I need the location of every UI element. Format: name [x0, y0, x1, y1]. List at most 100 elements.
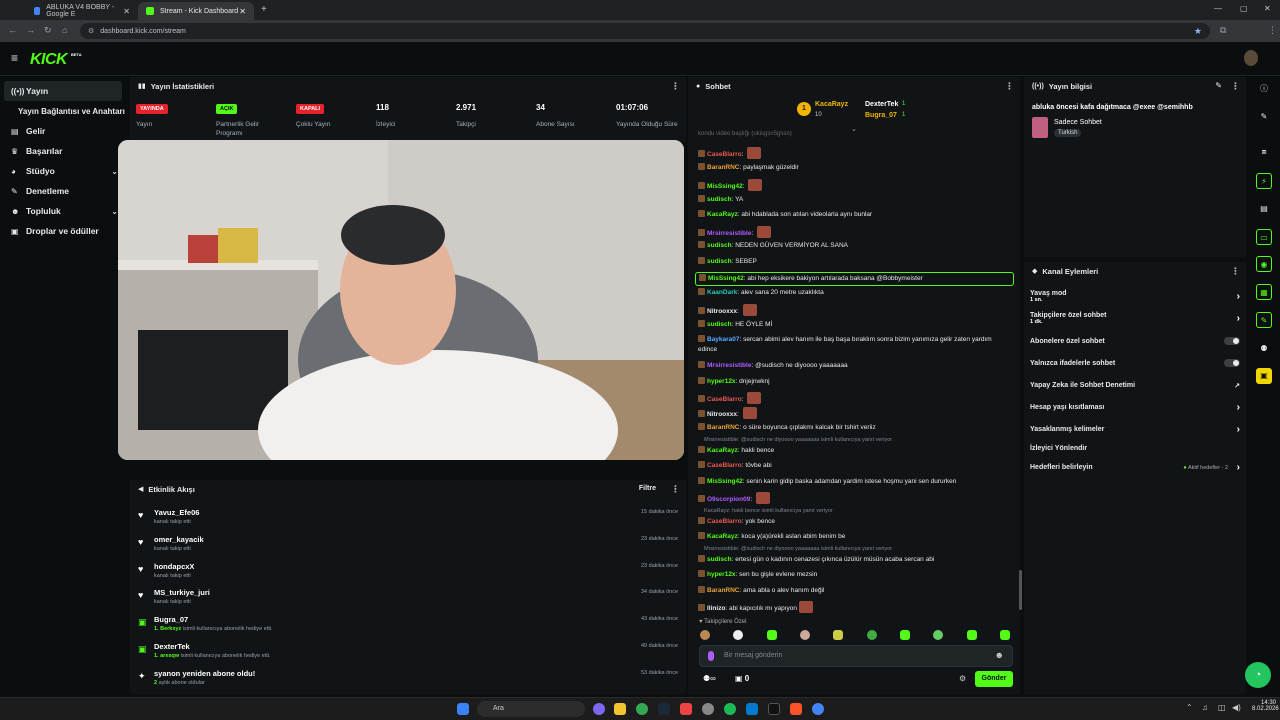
chat-username[interactable]: CaseBlarro	[707, 396, 742, 403]
action-followers-only[interactable]: Takipçilere özel sohbet 1 dk. ›	[1030, 312, 1240, 325]
chat-message[interactable]: sudisch: ertesi gün o kadının cenazesi ç…	[698, 555, 1016, 565]
chat-username[interactable]: sudisch	[707, 196, 732, 203]
chat-message[interactable]: MisSsing42: senin karin gidip baska adam…	[698, 477, 1016, 487]
chat-message[interactable]: Nitrooxxx:	[698, 407, 1016, 420]
leader-name[interactable]: DexterTek	[865, 101, 898, 108]
stats-icon[interactable]: ▦	[1256, 284, 1272, 300]
chat-message[interactable]: Mrsirresistible:	[698, 226, 1016, 239]
microphone-icon[interactable]: ♫	[1202, 703, 1208, 712]
more-options-icon[interactable]: ⋮	[671, 484, 680, 495]
chat-scrollbar[interactable]	[1019, 570, 1022, 610]
emote-icon[interactable]	[966, 630, 977, 640]
stream-preview[interactable]	[118, 140, 684, 460]
action-ai-moderation[interactable]: Yapay Zeka ile Sohbet Denetimi ↗	[1030, 382, 1240, 390]
network-icon[interactable]: ◫	[1218, 703, 1226, 712]
volume-icon[interactable]: ◀)	[1232, 703, 1241, 712]
subscribers-only-toggle[interactable]	[1224, 337, 1240, 345]
close-window-button[interactable]: ✕	[1264, 4, 1271, 13]
emote-icon[interactable]	[833, 630, 844, 640]
chat-username[interactable]: Mrsirresistible	[707, 362, 751, 369]
close-tab-icon[interactable]: ✕	[123, 7, 130, 16]
document-icon[interactable]: ▤	[1256, 201, 1272, 217]
chat-username[interactable]: Baykara07	[707, 336, 740, 343]
chat-username[interactable]: Nitrooxxx	[707, 308, 737, 315]
chat-username[interactable]: MisSsing42	[708, 275, 744, 282]
brave-icon[interactable]	[790, 703, 802, 715]
chat-username[interactable]: O9scorpion09	[707, 496, 750, 503]
chat-username[interactable]: sudisch	[707, 242, 732, 249]
edit-pencil-icon[interactable]: ✎	[1215, 81, 1222, 90]
chat-settings-gear-icon[interactable]: ⚙	[959, 674, 966, 683]
emote-icon[interactable]	[866, 630, 877, 640]
chat-message[interactable]: hyper12x: dnjejnwknj	[698, 377, 1016, 387]
kick-logo[interactable]: KICK	[30, 51, 68, 69]
site-info-icon[interactable]: ⚙	[88, 27, 94, 35]
chat-username[interactable]: CaseBlarro	[707, 151, 742, 158]
chat-message[interactable]: hyper12x: sen bu gişle evlene mezsin	[698, 570, 1016, 580]
home-icon[interactable]: ⌂	[62, 25, 67, 35]
emote-icon[interactable]	[899, 630, 910, 640]
chat-username[interactable]: sudisch	[707, 556, 732, 563]
chat-message[interactable]: BaranRNC: o süre boyunca çıplakmı kalcak…	[698, 423, 1016, 433]
chat-username[interactable]: sudisch	[707, 258, 732, 265]
chat-message[interactable]: MisSsing42: abi hep eksikere bakiyon art…	[695, 272, 1014, 286]
chat-message[interactable]: sudisch: YA	[698, 195, 1016, 205]
chat-message[interactable]: sudisch: SEBEP	[698, 257, 1016, 267]
menu-kebab-icon[interactable]: ⋮	[1268, 25, 1277, 36]
chevron-down-icon[interactable]: ⌄	[851, 125, 857, 133]
reload-icon[interactable]: ↻	[44, 25, 52, 36]
send-button[interactable]: Gönder	[975, 671, 1013, 687]
pip-icon[interactable]: ⧈	[1256, 144, 1272, 160]
taskbar-search[interactable]: Ara	[477, 701, 585, 717]
chat-username[interactable]: llinizo	[707, 605, 725, 612]
emote-icon[interactable]	[799, 630, 810, 640]
chat-message[interactable]: CaseBlarro:	[698, 147, 1016, 160]
action-raid[interactable]: İzleyici Yönlendir	[1030, 445, 1240, 452]
gift-icon[interactable]: ▣	[1256, 368, 1272, 384]
chat-username[interactable]: hyper12x	[707, 571, 736, 578]
avatar[interactable]	[1244, 50, 1258, 66]
chat-message[interactable]: CaseBlarro: tövbe abi	[698, 461, 1016, 471]
sidebar-item-droplar[interactable]: ▣ Droplar ve ödüller	[0, 221, 126, 241]
leader-name[interactable]: KacaRayz	[815, 101, 848, 108]
chat-message[interactable]: BaranRNC: ama abla o alev hanım değil	[698, 586, 1016, 596]
emote-only-toggle[interactable]	[1224, 359, 1240, 367]
more-options-icon[interactable]: ⋮	[1231, 266, 1240, 277]
minimize-button[interactable]: —	[1214, 4, 1222, 13]
new-tab-button[interactable]: +	[261, 4, 267, 15]
chat-message[interactable]: O9scorpion09:	[698, 492, 1016, 505]
url-field[interactable]: ⚙ dashboard.kick.com/stream ★	[80, 23, 1210, 39]
chat-message[interactable]: KacaRayz: abi hdablada son atılan videol…	[698, 210, 1016, 220]
browser-tab-2[interactable]: Stream - Kick Dashboard ✕	[138, 2, 254, 20]
discord-icon[interactable]	[593, 703, 605, 715]
more-options-icon[interactable]: ⋮	[671, 81, 680, 92]
broadcast-icon[interactable]: ◉	[1256, 256, 1272, 272]
chat-username[interactable]: CaseBlarro	[707, 462, 742, 469]
chat-username[interactable]: KacaRayz	[707, 533, 738, 540]
sidebar-item-yayin[interactable]: ((•)) Yayın	[4, 81, 122, 101]
wrench-icon[interactable]: ✎	[1256, 312, 1272, 328]
chat-username[interactable]: sudisch	[707, 321, 732, 328]
sidebar-item-studyo[interactable]: ◕ Stüdyo ⌄	[0, 161, 126, 181]
people-icon[interactable]: ⚉	[1256, 341, 1272, 357]
info-icon[interactable]: ⓘ	[1256, 81, 1272, 97]
chat-username[interactable]: BaranRNC	[707, 164, 740, 171]
chat-username[interactable]: CaseBlarro	[707, 518, 742, 525]
action-slow-mode[interactable]: Yavaş mod 1 sn. ›	[1030, 290, 1240, 303]
chat-username[interactable]: BaranRNC	[707, 587, 740, 594]
spotify-icon[interactable]	[724, 703, 736, 715]
chat-username[interactable]: MisSsing42	[707, 478, 743, 485]
app-icon[interactable]	[680, 703, 692, 715]
chat-message[interactable]: KacaRayz: hakli bence	[698, 446, 1016, 456]
emote-icon[interactable]	[933, 630, 944, 640]
clock[interactable]: 14:30 8.02.2026	[1252, 700, 1279, 712]
more-options-icon[interactable]: ⋮	[1005, 81, 1014, 92]
chat-message[interactable]: edince	[698, 345, 1016, 355]
sidebar-item-basarilar[interactable]: ♛ Başarılar	[0, 141, 126, 161]
chat-message[interactable]: sudisch: HE ÖYLE Mİ	[698, 320, 1016, 330]
filter-button[interactable]: Filtre	[639, 485, 656, 492]
chat-message[interactable]: llinizo: abi kapıcılık mı yapıyon	[698, 601, 1016, 614]
action-account-age[interactable]: Hesap yaşı kısıtlaması ›	[1030, 402, 1240, 413]
github-icon[interactable]	[702, 703, 714, 715]
chat-username[interactable]: Nitrooxxx	[707, 411, 737, 418]
